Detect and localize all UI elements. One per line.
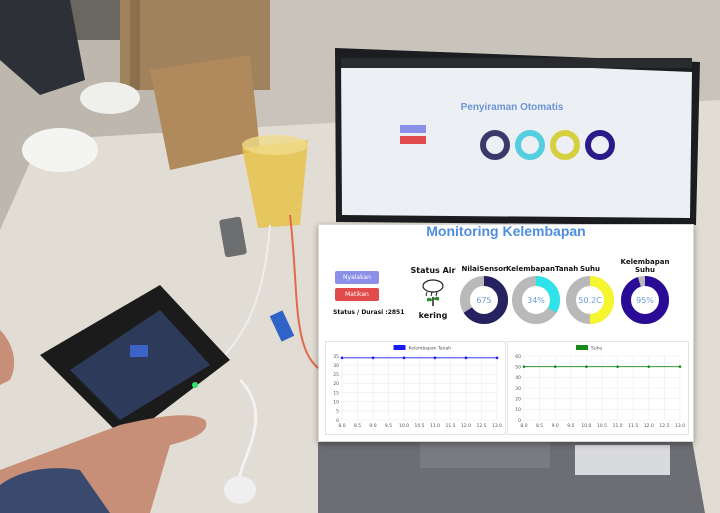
- data-point: [340, 356, 344, 360]
- y-tick-label: 50: [515, 364, 521, 370]
- x-tick-label: 13.0: [675, 423, 685, 429]
- y-tick-label: 30: [333, 363, 339, 369]
- status-air-state: kering: [418, 311, 448, 320]
- sneaker-2: [80, 82, 140, 114]
- gauge-value: 675: [476, 296, 491, 305]
- laptop-screen-title: Penyiraman Otomatis: [461, 102, 564, 113]
- y-tick-label: 5: [336, 409, 339, 415]
- data-point: [616, 365, 619, 368]
- x-tick-label: 12.5: [476, 423, 486, 429]
- data-point: [678, 365, 682, 368]
- data-point: [433, 356, 437, 360]
- status-air-heading: Status Air: [410, 266, 456, 275]
- x-tick-label: 10.0: [399, 423, 409, 429]
- gauge-value: 34%: [527, 296, 545, 305]
- chart-kelembapan-svg: 0 5 10 15 20 25 30 35 8.0 8.5 9.0 9.5 10.0 10.5 11.0 11…: [333, 345, 502, 429]
- y-tick-label: 0: [336, 418, 339, 424]
- x-tick-label: 13.0: [492, 423, 502, 429]
- y-tick-label: 25: [333, 372, 339, 378]
- gauge-label: NilaiSensor: [461, 265, 507, 273]
- laptop-screen: [341, 58, 692, 218]
- legend-swatch: [393, 345, 406, 350]
- y-tick-label: 0: [518, 418, 521, 424]
- legend-label: Suhu: [591, 345, 603, 351]
- data-point: [464, 356, 468, 360]
- x-tick-label: 11.0: [430, 423, 440, 429]
- data-point: [371, 356, 375, 360]
- legend-label: Kelembapan Tanah: [409, 345, 452, 351]
- gauge-donut: 50.2C: [566, 276, 614, 324]
- gauge-label: KelembapanTanah: [506, 265, 579, 273]
- x-tick-label: 8.0: [338, 423, 345, 429]
- data-point: [522, 365, 526, 368]
- data-point: [495, 356, 499, 360]
- gauge-donut: 34%: [512, 276, 560, 324]
- x-tick-label: 8.0: [520, 423, 527, 429]
- x-tick-label: 10.5: [597, 423, 607, 429]
- y-tick-label: 20: [333, 381, 339, 387]
- sneaker: [22, 128, 98, 172]
- x-tick-label: 12.0: [461, 423, 471, 429]
- chart-kelembapan-tanah: 0 5 10 15 20 25 30 35 8.0 8.5 9.0 9.5 10.0 10.5 11.0 11…: [325, 341, 506, 435]
- status-duration: Status / Durasi :2851: [333, 309, 405, 316]
- data-point: [553, 365, 557, 368]
- matikan-button[interactable]: Matikan: [335, 288, 379, 301]
- gauge-label: Suhu: [580, 265, 600, 273]
- chart-suhu: 0 10 20 30 40 50 60 8.0 8.5 9.0 9.5 10.0 10.5 11.0 11.…: [507, 341, 689, 435]
- x-tick-label: 9.5: [385, 423, 392, 429]
- data-point: [647, 365, 651, 368]
- monitoring-dashboard: Monitoring Kelembapan Nyalakan Matikan S…: [318, 224, 694, 442]
- x-tick-label: 10.5: [414, 423, 424, 429]
- x-tick-label: 11.5: [628, 423, 638, 429]
- gauge-value: 95%: [636, 296, 654, 305]
- y-tick-label: 30: [515, 386, 521, 392]
- x-tick-label: 9.5: [567, 423, 574, 429]
- gauge-donut: 675: [460, 276, 508, 324]
- y-tick-label: 60: [515, 354, 521, 360]
- x-tick-label: 9.0: [552, 423, 559, 429]
- chart-suhu-svg: 0 10 20 30 40 50 60 8.0 8.5 9.0 9.5 10.0 10.5 11.0 11.…: [515, 345, 685, 429]
- gauge-label: Kelembapan Suhu: [620, 258, 670, 274]
- y-tick-label: 10: [333, 400, 339, 406]
- x-tick-label: 10.0: [581, 423, 591, 429]
- x-tick-label: 11.0: [613, 423, 623, 429]
- x-tick-label: 12.5: [659, 423, 669, 429]
- x-tick-label: 8.5: [536, 423, 543, 429]
- dashboard-title: Monitoring Kelembapan: [426, 224, 586, 239]
- plant-rain-icon: [422, 279, 444, 306]
- x-tick-label: 8.5: [354, 423, 361, 429]
- data-point: [402, 356, 406, 360]
- x-tick-label: 12.0: [644, 423, 654, 429]
- legend-swatch: [576, 345, 588, 350]
- y-tick-label: 20: [515, 396, 521, 402]
- y-tick-label: 40: [515, 375, 521, 381]
- water-probe: [224, 476, 256, 504]
- y-tick-label: 10: [515, 407, 521, 413]
- y-tick-label: 35: [333, 354, 339, 360]
- gauge-value: 50.2C: [578, 296, 602, 305]
- x-tick-label: 9.0: [369, 423, 376, 429]
- gauge-donut: 95%: [621, 276, 669, 324]
- nyalakan-button[interactable]: Nyalakan: [335, 271, 379, 284]
- data-point: [585, 365, 588, 368]
- y-tick-label: 15: [333, 390, 339, 396]
- x-tick-label: 11.5: [445, 423, 455, 429]
